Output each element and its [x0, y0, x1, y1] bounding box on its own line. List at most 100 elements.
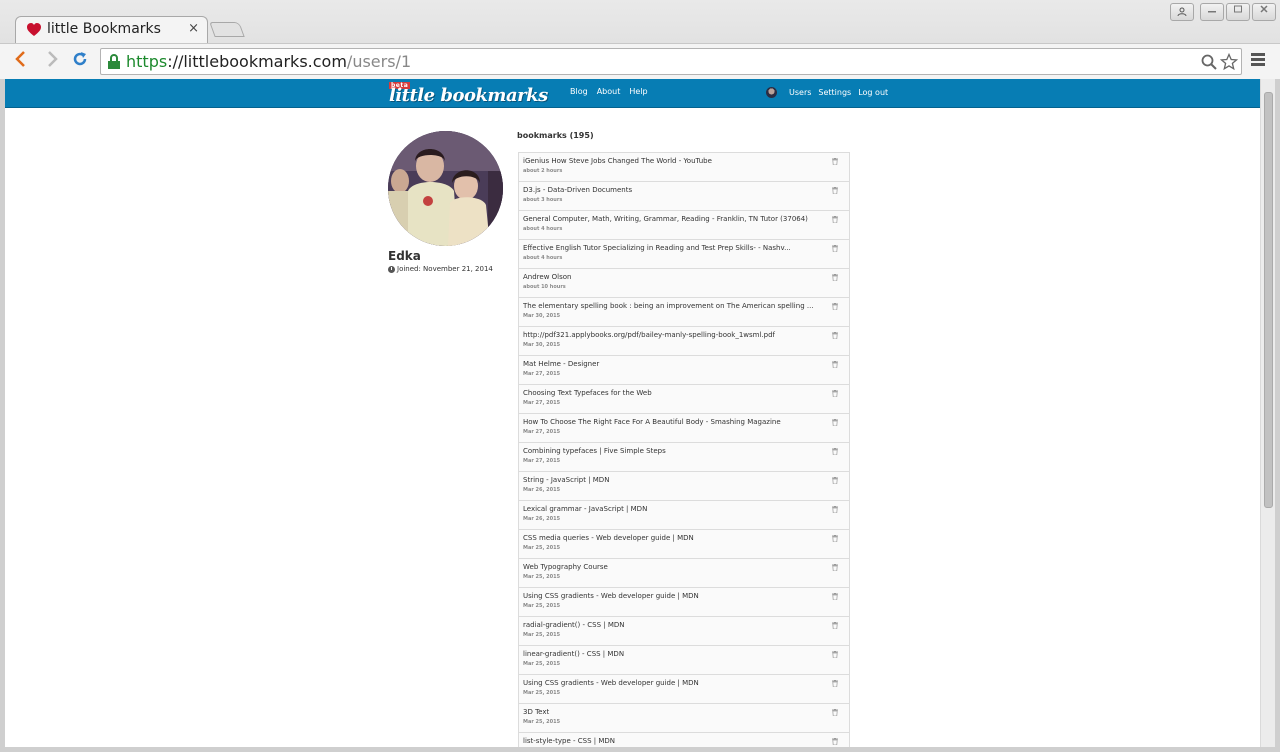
- bookmark-title[interactable]: Effective English Tutor Specializing in …: [523, 244, 823, 252]
- bookmark-item[interactable]: Using CSS gradients - Web developer guid…: [519, 588, 849, 617]
- browser-chrome: little Bookmarks × https://littlebookmar…: [0, 0, 1280, 79]
- bookmark-title[interactable]: Andrew Olson: [523, 273, 823, 281]
- star-icon[interactable]: [1220, 53, 1238, 71]
- tab-close-button[interactable]: ×: [188, 21, 199, 36]
- close-window-button[interactable]: [1252, 3, 1276, 21]
- trash-icon[interactable]: [832, 564, 838, 571]
- trash-icon[interactable]: [832, 738, 838, 745]
- trash-icon[interactable]: [832, 158, 838, 165]
- bookmark-time: Mar 25, 2015: [523, 719, 561, 725]
- new-tab-button[interactable]: [209, 22, 245, 37]
- bookmark-item[interactable]: Mat Helme - Designer Mar 27, 2015: [519, 356, 849, 385]
- back-button[interactable]: [10, 50, 32, 72]
- address-bar[interactable]: https://littlebookmarks.com/users/1: [100, 48, 1242, 75]
- bookmark-title[interactable]: list-style-type - CSS | MDN: [523, 737, 823, 745]
- bookmark-item[interactable]: Web Typography Course Mar 25, 2015: [519, 559, 849, 588]
- app-header: beta little bookmarks Blog About Help Us…: [5, 79, 1260, 108]
- search-icon[interactable]: [1200, 53, 1218, 71]
- trash-icon[interactable]: [832, 680, 838, 687]
- main-nav: Blog About Help: [570, 87, 648, 96]
- profile-button[interactable]: [1170, 3, 1194, 21]
- nav-settings[interactable]: Settings: [818, 88, 851, 97]
- bookmark-item[interactable]: CSS media queries - Web developer guide …: [519, 530, 849, 559]
- trash-icon[interactable]: [832, 187, 838, 194]
- trash-icon[interactable]: [832, 651, 838, 658]
- trash-icon[interactable]: [832, 390, 838, 397]
- bookmark-item[interactable]: Lexical grammar - JavaScript | MDN Mar 26…: [519, 501, 849, 530]
- trash-icon[interactable]: [832, 477, 838, 484]
- trash-icon[interactable]: [832, 448, 838, 455]
- bookmark-time: Mar 25, 2015: [523, 574, 561, 580]
- bookmark-title[interactable]: General Computer, Math, Writing, Grammar…: [523, 215, 823, 223]
- bookmark-title[interactable]: Choosing Text Typefaces for the Web: [523, 389, 823, 397]
- bookmark-item[interactable]: How To Choose The Right Face For A Beaut…: [519, 414, 849, 443]
- bookmark-time: Mar 26, 2015: [523, 487, 561, 493]
- bookmark-item[interactable]: Using CSS gradients - Web developer guid…: [519, 675, 849, 704]
- trash-icon[interactable]: [832, 216, 838, 223]
- user-avatar-small[interactable]: [766, 87, 777, 98]
- bookmark-item[interactable]: Andrew Olson about 10 hours: [519, 269, 849, 298]
- bookmark-time: Mar 27, 2015: [523, 458, 561, 464]
- minimize-button[interactable]: [1200, 3, 1224, 21]
- bookmark-title[interactable]: The elementary spelling book : being an …: [523, 302, 823, 310]
- trash-icon[interactable]: [832, 506, 838, 513]
- trash-icon[interactable]: [832, 593, 838, 600]
- bookmark-title[interactable]: linear-gradient() - CSS | MDN: [523, 650, 823, 658]
- trash-icon[interactable]: [832, 303, 838, 310]
- forward-button[interactable]: [41, 50, 63, 72]
- trash-icon[interactable]: [832, 535, 838, 542]
- trash-icon[interactable]: [832, 274, 838, 281]
- bookmark-title[interactable]: Mat Helme - Designer: [523, 360, 823, 368]
- maximize-button[interactable]: [1226, 3, 1250, 21]
- bookmark-item[interactable]: radial-gradient() - CSS | MDN Mar 25, 201…: [519, 617, 849, 646]
- trash-icon[interactable]: [832, 332, 838, 339]
- bookmark-item[interactable]: iGenius How Steve Jobs Changed The World…: [519, 153, 849, 182]
- bookmark-title[interactable]: http://pdf321.applybooks.org/pdf/bailey-…: [523, 331, 823, 339]
- bookmark-title[interactable]: 3D Text: [523, 708, 823, 716]
- bookmark-title[interactable]: Using CSS gradients - Web developer guid…: [523, 592, 823, 600]
- trash-icon[interactable]: [832, 361, 838, 368]
- page-scrollbar[interactable]: [1260, 79, 1275, 747]
- bookmark-title[interactable]: D3.js - Data-Driven Documents: [523, 186, 823, 194]
- nav-users[interactable]: Users: [789, 88, 811, 97]
- reload-button[interactable]: [69, 50, 91, 72]
- trash-icon[interactable]: [832, 245, 838, 252]
- bookmark-item[interactable]: linear-gradient() - CSS | MDN Mar 25, 201…: [519, 646, 849, 675]
- close-icon: [1260, 5, 1268, 13]
- bookmark-title[interactable]: Lexical grammar - JavaScript | MDN: [523, 505, 823, 513]
- nav-logout[interactable]: Log out: [858, 88, 888, 97]
- bookmark-item[interactable]: 3D Text Mar 25, 2015: [519, 704, 849, 733]
- nav-about[interactable]: About: [597, 87, 621, 96]
- trash-icon[interactable]: [832, 709, 838, 716]
- bookmark-item[interactable]: The elementary spelling book : being an …: [519, 298, 849, 327]
- bookmark-title[interactable]: How To Choose The Right Face For A Beaut…: [523, 418, 823, 426]
- user-nav: Users Settings Log out: [766, 87, 888, 98]
- bookmark-title[interactable]: Combining typefaces | Five Simple Steps: [523, 447, 823, 455]
- bookmark-title[interactable]: String - JavaScript | MDN: [523, 476, 823, 484]
- avatar-photo: [388, 131, 503, 246]
- user-icon: [1177, 7, 1187, 17]
- heart-icon: [27, 23, 41, 36]
- url-path: /users/1: [346, 52, 412, 71]
- browser-tab[interactable]: little Bookmarks ×: [15, 16, 208, 43]
- bookmark-title[interactable]: Web Typography Course: [523, 563, 823, 571]
- bookmark-title[interactable]: iGenius How Steve Jobs Changed The World…: [523, 157, 823, 165]
- bookmark-item[interactable]: Choosing Text Typefaces for the Web Mar 2…: [519, 385, 849, 414]
- nav-blog[interactable]: Blog: [570, 87, 588, 96]
- bookmark-item[interactable]: Combining typefaces | Five Simple Steps M…: [519, 443, 849, 472]
- bookmark-item[interactable]: list-style-type - CSS | MDNMar 25, 2015: [519, 733, 849, 747]
- bookmark-item[interactable]: General Computer, Math, Writing, Grammar…: [519, 211, 849, 240]
- bookmark-item[interactable]: Effective English Tutor Specializing in …: [519, 240, 849, 269]
- nav-help[interactable]: Help: [629, 87, 647, 96]
- bookmark-time: Mar 30, 2015: [523, 342, 561, 348]
- bookmark-item[interactable]: D3.js - Data-Driven Documents about 3 hou…: [519, 182, 849, 211]
- bookmark-item[interactable]: String - JavaScript | MDN Mar 26, 2015: [519, 472, 849, 501]
- trash-icon[interactable]: [832, 622, 838, 629]
- bookmark-title[interactable]: Using CSS gradients - Web developer guid…: [523, 679, 823, 687]
- trash-icon[interactable]: [832, 419, 838, 426]
- bookmark-title[interactable]: radial-gradient() - CSS | MDN: [523, 621, 823, 629]
- hamburger-menu-icon[interactable]: [1251, 53, 1265, 67]
- bookmark-title[interactable]: CSS media queries - Web developer guide …: [523, 534, 823, 542]
- scrollbar-thumb[interactable]: [1264, 92, 1273, 508]
- bookmark-item[interactable]: http://pdf321.applybooks.org/pdf/bailey-…: [519, 327, 849, 356]
